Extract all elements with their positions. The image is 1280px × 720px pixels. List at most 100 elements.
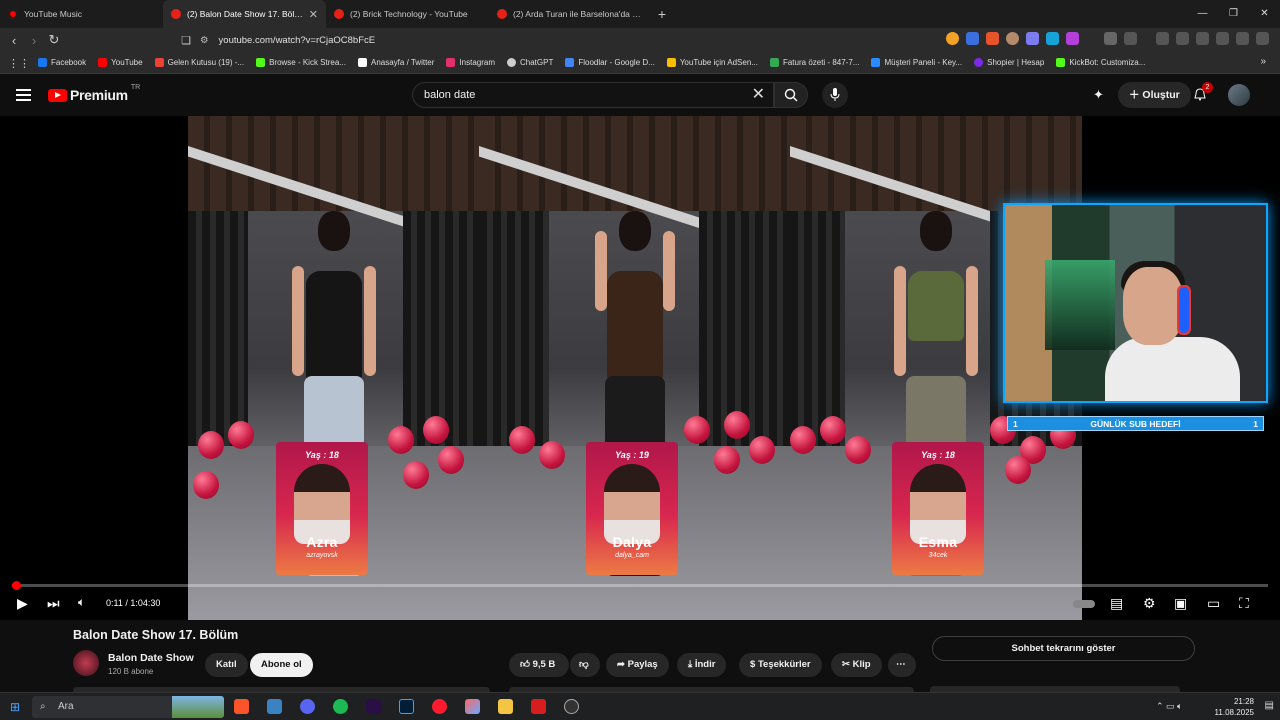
bookmark-google-docs[interactable]: Floodlar - Google D... bbox=[565, 58, 655, 67]
show-chat-replay-button[interactable]: Sohbet tekrarını göster bbox=[932, 636, 1195, 661]
youtube-header: Premium TR balon date ✕ ✦ ＋ Oluştur 2 bbox=[0, 74, 1280, 116]
obs-icon[interactable] bbox=[564, 699, 579, 714]
photoshop-icon[interactable] bbox=[399, 699, 414, 714]
bookmark-chatgpt[interactable]: ChatGPT bbox=[507, 58, 553, 67]
bookmark-icon[interactable]: ❏ bbox=[176, 34, 196, 47]
bookmark-kickbot[interactable]: KickBot: Customiza... bbox=[1056, 58, 1145, 67]
miniplayer-icon[interactable]: ▣ bbox=[1174, 595, 1187, 612]
url-field[interactable]: ⚙ youtube.com/watch?v=rCjaOC8bFcE bbox=[200, 31, 820, 49]
play-icon[interactable]: ▶ bbox=[17, 595, 28, 612]
youtube-icon bbox=[171, 9, 181, 19]
video-player[interactable]: Yaş : 18 Azra azrayovsk Yaş : 19 Dalya d… bbox=[0, 116, 1280, 620]
photos-icon[interactable] bbox=[465, 699, 480, 714]
ai-icon[interactable] bbox=[1216, 32, 1229, 45]
spotify-icon[interactable] bbox=[333, 699, 348, 714]
bookmark-kick[interactable]: Browse - Kick Strea... bbox=[256, 58, 346, 67]
restore-icon[interactable]: ❐ bbox=[1218, 0, 1249, 28]
fullscreen-icon[interactable]: ⛶ bbox=[1239, 595, 1249, 612]
brave-browser-icon[interactable] bbox=[234, 699, 249, 714]
next-icon[interactable]: ⏭ bbox=[47, 595, 60, 612]
extension-icon[interactable] bbox=[1026, 32, 1039, 45]
screenshot-icon[interactable] bbox=[1124, 32, 1137, 45]
more-actions-button[interactable]: ⋯ bbox=[888, 653, 916, 677]
hamburger-menu-icon[interactable] bbox=[16, 89, 31, 104]
bookmark-youtube[interactable]: YouTube bbox=[98, 58, 143, 67]
minimize-icon[interactable]: — bbox=[1187, 0, 1218, 28]
bookmark-customer-panel[interactable]: Müşteri Paneli - Key... bbox=[871, 58, 962, 67]
volume-icon[interactable]: 🔈︎ bbox=[78, 595, 85, 610]
search-button[interactable] bbox=[774, 82, 808, 108]
app-icon[interactable] bbox=[267, 699, 282, 714]
extension-icon[interactable] bbox=[1046, 32, 1059, 45]
acrobat-icon[interactable] bbox=[531, 699, 546, 714]
taskbar-clock[interactable]: 21:28 11.08.2025 bbox=[1215, 696, 1254, 718]
wallet-icon[interactable] bbox=[1196, 32, 1209, 45]
tab-arda-turan[interactable]: (2) Arda Turan ile Barselona'da Bir Gi bbox=[489, 0, 652, 28]
back-icon[interactable]: ‹ bbox=[4, 33, 24, 48]
thanks-button[interactable]: $ Teşekkürler bbox=[739, 653, 822, 677]
seek-handle[interactable] bbox=[11, 581, 21, 590]
bookmark-twitter[interactable]: Anasayfa / Twitter bbox=[357, 58, 434, 67]
subscribe-button[interactable]: Abone ol bbox=[250, 653, 313, 677]
notification-center-icon[interactable]: ▤ bbox=[1265, 700, 1274, 711]
windows-start-icon[interactable]: ⊞ bbox=[10, 700, 20, 714]
premiere-icon[interactable] bbox=[366, 699, 381, 714]
clip-button[interactable]: ✂ Klip bbox=[831, 653, 882, 677]
youtube-premium-logo[interactable]: Premium TR bbox=[48, 84, 140, 103]
shield-icon[interactable] bbox=[1236, 32, 1249, 45]
more-bookmarks-icon[interactable]: » bbox=[1260, 56, 1266, 67]
like-button[interactable]: 👍︎ 9,5 B bbox=[509, 653, 569, 677]
close-tab-icon[interactable]: ✕ bbox=[309, 8, 318, 21]
bookmark-invoice[interactable]: Fatura özeti - 847-7... bbox=[769, 58, 859, 67]
tab-brick-technology[interactable]: (2) Brick Technology - YouTube bbox=[326, 0, 489, 28]
dislike-button[interactable]: 👎︎ bbox=[570, 653, 600, 677]
close-window-icon[interactable]: ✕ bbox=[1249, 0, 1280, 28]
settings-gear-icon[interactable]: ⚙ bbox=[1143, 595, 1156, 612]
bookmark-instagram[interactable]: Instagram bbox=[446, 58, 495, 67]
extension-icon[interactable] bbox=[1066, 32, 1079, 45]
bookmark-gmail[interactable]: Gelen Kutusu (19) -... bbox=[154, 58, 244, 67]
seek-bar[interactable] bbox=[11, 581, 1268, 590]
voice-search-button[interactable] bbox=[822, 82, 848, 108]
channel-name[interactable]: Balon Date Show bbox=[108, 652, 194, 664]
extension-icon[interactable] bbox=[1006, 32, 1019, 45]
autoplay-toggle[interactable] bbox=[1073, 600, 1095, 608]
join-button[interactable]: Katıl bbox=[205, 653, 248, 677]
account-avatar[interactable] bbox=[1228, 84, 1250, 106]
channel-avatar[interactable] bbox=[73, 650, 99, 676]
plus-icon: ＋ bbox=[1129, 89, 1143, 101]
discord-icon[interactable] bbox=[300, 699, 315, 714]
bookmark-facebook[interactable]: Facebook bbox=[38, 58, 86, 67]
media-icon[interactable] bbox=[1156, 32, 1169, 45]
extension-icon[interactable] bbox=[986, 32, 999, 45]
menu-icon[interactable] bbox=[1256, 32, 1269, 45]
site-info-icon[interactable]: ⚙ bbox=[200, 35, 209, 46]
new-tab-button[interactable]: + bbox=[652, 6, 672, 22]
clear-search-icon[interactable]: ✕ bbox=[752, 83, 765, 107]
bookmark-shopier[interactable]: Shopier | Hesap bbox=[974, 58, 1044, 67]
tab-balon-date-show[interactable]: (2) Balon Date Show 17. Bölüm - ✕ bbox=[163, 0, 326, 28]
file-explorer-icon[interactable] bbox=[498, 699, 513, 714]
taskbar-search[interactable]: ⌕ Ara bbox=[32, 696, 224, 718]
puzzle-icon[interactable] bbox=[1104, 32, 1117, 45]
search-input[interactable]: balon date ✕ bbox=[412, 82, 774, 108]
extension-icon[interactable] bbox=[946, 32, 959, 45]
share-button[interactable]: ➦ Paylaş bbox=[606, 653, 669, 677]
windows-taskbar: ⊞ ⌕ Ara ⌃ ▭ 🔈︎ 21:28 11.08.2025 ▤ bbox=[0, 692, 1280, 720]
create-button[interactable]: ＋ Oluştur bbox=[1118, 82, 1191, 108]
opera-icon[interactable] bbox=[432, 699, 447, 714]
theater-mode-icon[interactable]: ▭ bbox=[1207, 595, 1220, 612]
reload-icon[interactable]: ↻ bbox=[44, 32, 64, 48]
tab-youtube-music[interactable]: YouTube Music bbox=[0, 0, 163, 28]
studio-icon[interactable]: ✦ bbox=[1093, 87, 1104, 103]
streamer-webcam-overlay bbox=[1003, 203, 1268, 403]
search-icon: ⌕ bbox=[40, 701, 46, 712]
bookmark-adsense[interactable]: YouTube için AdSen... bbox=[666, 58, 758, 67]
subtitles-icon[interactable]: ▤ bbox=[1110, 595, 1123, 612]
tray-icons[interactable]: ⌃ ▭ 🔈︎ bbox=[1156, 701, 1182, 712]
extension-icon[interactable] bbox=[966, 32, 979, 45]
forward-icon[interactable]: › bbox=[24, 33, 44, 48]
sidebar-icon[interactable] bbox=[1176, 32, 1189, 45]
download-button[interactable]: ⤓ İndir bbox=[677, 653, 727, 677]
apps-grid-icon[interactable]: ⋮⋮ bbox=[8, 57, 30, 70]
